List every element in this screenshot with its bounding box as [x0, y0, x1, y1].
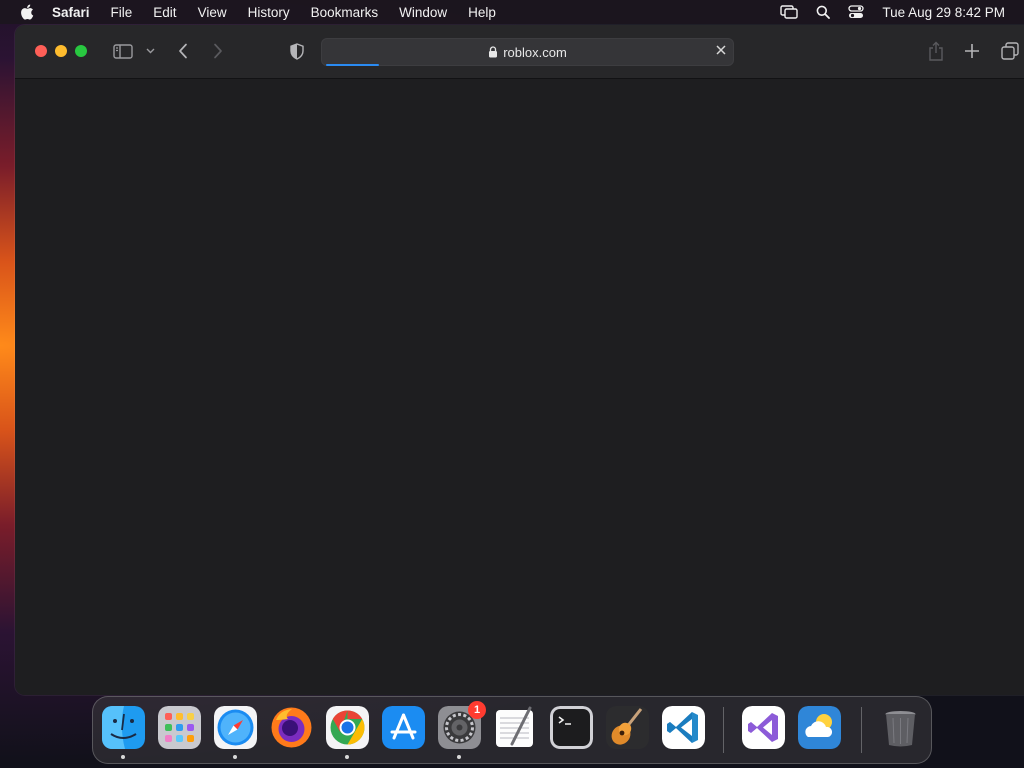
menu-help[interactable]: Help — [468, 5, 496, 20]
dock-terminal[interactable] — [550, 706, 593, 749]
menu-file[interactable]: File — [111, 5, 133, 20]
stop-loading-button[interactable] — [715, 44, 727, 56]
url-text: roblox.com — [503, 44, 567, 60]
menu-window[interactable]: Window — [399, 5, 447, 20]
launchpad-icon — [158, 706, 201, 749]
dock-vscode[interactable] — [662, 706, 705, 749]
close-icon — [716, 45, 726, 55]
menu-view[interactable]: View — [198, 5, 227, 20]
finder-icon — [102, 706, 145, 749]
dock-app-store[interactable] — [382, 706, 425, 749]
dock-trash[interactable] — [879, 706, 922, 749]
shield-icon — [290, 42, 304, 60]
menu-history[interactable]: History — [248, 5, 290, 20]
new-tab-button[interactable] — [963, 41, 981, 61]
chrome-icon — [326, 706, 369, 749]
chevron-down-icon — [146, 48, 154, 54]
firefox-icon — [271, 707, 312, 748]
privacy-report-button[interactable] — [288, 41, 306, 61]
dock: 1 — [92, 696, 932, 764]
menu-bookmarks[interactable]: Bookmarks — [311, 5, 379, 20]
zoom-window-button[interactable] — [75, 45, 87, 57]
textedit-icon — [496, 706, 533, 747]
trash-icon — [885, 711, 916, 747]
menubar-clock[interactable]: Tue Aug 29 8:42 PM — [882, 5, 1005, 20]
page-load-progress — [326, 64, 379, 66]
address-bar[interactable]: roblox.com — [321, 38, 734, 66]
dock-separator — [861, 707, 862, 753]
tab-overview-button[interactable] — [1000, 41, 1020, 61]
plus-icon — [965, 44, 979, 58]
dock-firefox[interactable] — [270, 706, 313, 749]
weather-icon — [798, 706, 841, 749]
tab-overview-icon — [1001, 42, 1019, 60]
share-button[interactable] — [927, 40, 945, 62]
chevron-right-icon — [214, 43, 222, 59]
running-indicator — [121, 755, 125, 759]
running-indicator — [233, 755, 237, 759]
minimize-window-button[interactable] — [55, 45, 67, 57]
spotlight-search-icon[interactable] — [816, 5, 831, 19]
back-button[interactable] — [175, 41, 191, 61]
dock-safari[interactable] — [214, 706, 257, 749]
app-store-icon — [382, 706, 425, 749]
safari-compass-icon — [214, 706, 257, 749]
screen-mirroring-icon[interactable] — [780, 5, 799, 19]
safari-toolbar: roblox.com — [15, 25, 1024, 79]
menu-edit[interactable]: Edit — [153, 5, 176, 20]
dock-weather[interactable] — [798, 706, 841, 749]
terminal-icon — [550, 706, 593, 749]
dock-visual-studio[interactable] — [742, 706, 785, 749]
tab-group-menu-button[interactable] — [144, 44, 156, 58]
forward-button[interactable] — [210, 41, 226, 61]
vscode-icon — [662, 706, 705, 749]
lock-icon — [488, 46, 498, 58]
share-icon — [929, 41, 943, 61]
running-indicator — [457, 755, 461, 759]
web-content-area[interactable] — [15, 79, 1024, 695]
dock-chrome[interactable] — [326, 706, 369, 749]
control-center-icon[interactable] — [848, 5, 865, 19]
dock-separator — [723, 707, 724, 753]
visual-studio-icon — [742, 706, 785, 749]
apple-menu-icon[interactable] — [20, 4, 34, 20]
dock-garageband[interactable] — [606, 706, 649, 749]
guitar-icon — [606, 706, 649, 749]
dock-textedit[interactable] — [494, 706, 537, 749]
close-window-button[interactable] — [35, 45, 47, 57]
dock-finder[interactable] — [102, 706, 145, 749]
running-indicator — [345, 755, 349, 759]
menu-bar: Safari File Edit View History Bookmarks … — [0, 0, 1024, 24]
sidebar-icon — [113, 43, 133, 59]
dock-launchpad[interactable] — [158, 706, 201, 749]
menu-app-name[interactable]: Safari — [52, 5, 90, 20]
safari-window: roblox.com — [15, 25, 1024, 695]
sidebar-toggle-button[interactable] — [112, 41, 134, 61]
chevron-left-icon — [179, 43, 187, 59]
notification-badge: 1 — [468, 701, 486, 719]
